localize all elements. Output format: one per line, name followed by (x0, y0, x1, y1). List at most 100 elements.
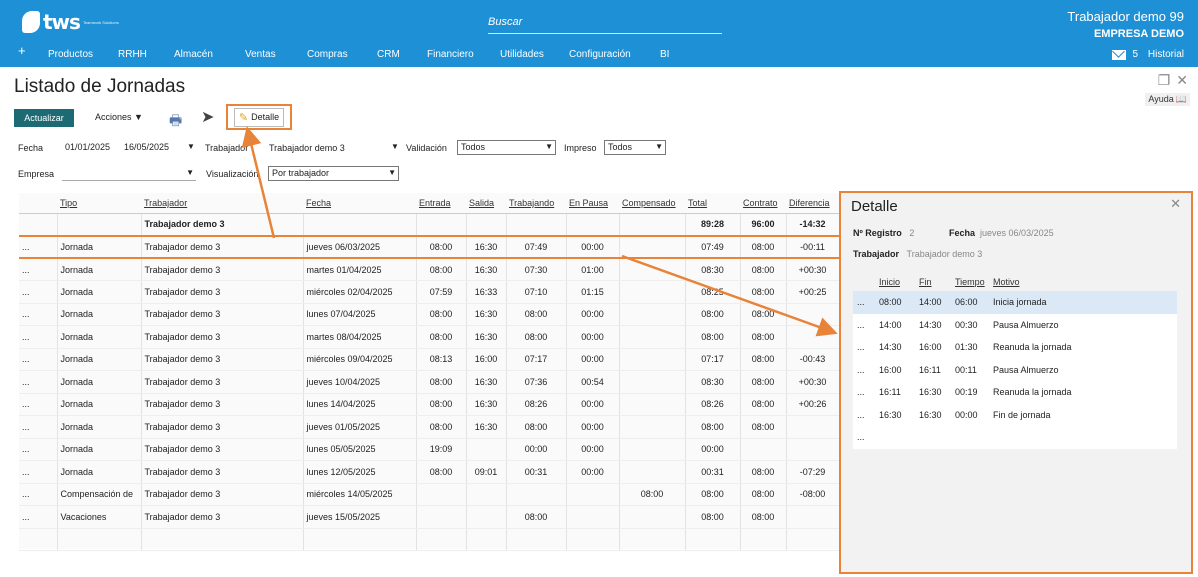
app-logo[interactable]: tws Teamwork Solutions (22, 10, 123, 34)
row-menu-button[interactable]: ... (19, 325, 58, 349)
restore-icon[interactable]: ❐ (1158, 72, 1171, 89)
menu-item-add[interactable]: + (18, 43, 26, 58)
table-row[interactable]: ... Jornada Trabajador demo 3 lunes 05/05/2… (19, 438, 840, 461)
detail-row[interactable]: ... 16:11 16:30 00:19 Reanuda la jornada (853, 381, 1177, 404)
row-menu-button[interactable]: ... (853, 359, 875, 382)
detail-row[interactable]: ... 08:00 14:00 06:00 Inicia jornada (853, 291, 1177, 314)
column-header[interactable]: En Pausa (566, 193, 619, 214)
row-menu-button[interactable]: ... (19, 415, 58, 439)
table-cell (619, 258, 686, 281)
menu-item-bi[interactable]: BI (660, 49, 669, 60)
detail-column-header[interactable]: Fin (915, 273, 951, 291)
detail-row[interactable]: ... 14:00 14:30 00:30 Pausa Almuerzo (853, 314, 1177, 337)
row-menu-button[interactable]: ... (19, 370, 58, 394)
actualizar-button[interactable]: Actualizar (14, 109, 74, 127)
print-icon[interactable]: 🖶 (169, 110, 182, 134)
company-name[interactable]: EMPRESA DEMO (1094, 28, 1184, 40)
menu-item-utilidades[interactable]: Utilidades (500, 49, 544, 60)
detalle-button[interactable]: ✎ Detalle (233, 107, 285, 127)
row-menu-button[interactable]: ... (19, 438, 58, 461)
column-header[interactable]: Trabajador (141, 193, 303, 214)
row-menu-button[interactable]: ... (853, 426, 875, 449)
detail-row[interactable]: ... 16:00 16:11 00:11 Pausa Almuerzo (853, 359, 1177, 382)
column-header[interactable]: Salida (466, 193, 506, 214)
table-row[interactable]: ... Compensación de Trabajador demo 3 miérc… (19, 483, 840, 506)
menu-item-crm[interactable]: CRM (377, 49, 400, 60)
row-menu-button[interactable]: ... (19, 258, 58, 281)
column-header[interactable]: Fecha (303, 193, 416, 214)
table-row[interactable]: ... Jornada Trabajador demo 3 lunes 12/05/2… (19, 460, 840, 484)
row-menu-button[interactable] (19, 213, 58, 236)
row-menu-button[interactable]: ... (853, 291, 875, 314)
trabajador-dropdown-icon[interactable]: ▼ (391, 142, 399, 151)
close-icon[interactable]: ✕ (1176, 72, 1188, 89)
table-row[interactable]: ... Jornada Trabajador demo 3 martes 08/04/… (19, 325, 840, 349)
column-header[interactable]: Trabajando (506, 193, 566, 214)
send-icon[interactable]: ➤ (201, 107, 214, 127)
table-row[interactable]: ... Jornada Trabajador demo 3 martes 01/04/… (19, 258, 840, 281)
detail-column-header[interactable]: Tiempo (951, 273, 989, 291)
summary-row[interactable]: Trabajador demo 3 89:28 96:00 -14:32 (19, 213, 840, 236)
help-button[interactable]: Ayuda 📖 (1145, 93, 1190, 106)
search-input[interactable]: Buscar (488, 12, 722, 34)
close-icon[interactable]: ✕ (1170, 196, 1181, 212)
trabajador-select[interactable]: Trabajador demo 3 (269, 143, 345, 153)
empresa-select[interactable]: ▼ (62, 166, 196, 181)
user-name[interactable]: Trabajador demo 99 (1067, 9, 1184, 24)
row-menu-button[interactable]: ... (19, 393, 58, 416)
menu-item-almacen[interactable]: Almacén (174, 49, 213, 60)
menu-item-financiero[interactable]: Financiero (427, 49, 474, 60)
acciones-dropdown[interactable]: Acciones ▼ (95, 112, 143, 122)
fecha-desde-input[interactable]: 01/01/2025 (65, 142, 110, 152)
table-row[interactable]: ... Jornada Trabajador demo 3 miércoles 09/… (19, 348, 840, 371)
table-row[interactable]: ... Jornada Trabajador demo 3 jueves 06/03/… (19, 234, 840, 259)
fecha-hasta-input[interactable]: 16/05/2025 (124, 142, 169, 152)
row-menu-button[interactable]: ... (19, 280, 58, 304)
row-menu-button[interactable]: ... (19, 505, 58, 529)
detail-row[interactable]: ... 16:30 16:30 00:00 Fin de jornada (853, 404, 1177, 427)
column-header[interactable]: Total (685, 193, 740, 214)
row-menu-button[interactable]: ... (19, 348, 58, 371)
mail-notifications[interactable]: 5 (1112, 49, 1138, 60)
validacion-select[interactable]: Todos ▼ (457, 140, 556, 155)
column-header[interactable]: Tipo (57, 193, 141, 214)
menu-item-compras[interactable]: Compras (307, 49, 348, 60)
detail-column-header[interactable]: Inicio (875, 273, 915, 291)
column-header[interactable]: Entrada (416, 193, 466, 214)
table-cell (740, 528, 787, 551)
impreso-select[interactable]: Todos ▼ (604, 140, 666, 155)
fecha-dropdown-icon[interactable]: ▼ (187, 142, 195, 151)
table-row[interactable]: ... Jornada Trabajador demo 3 jueves 01/05/… (19, 415, 840, 439)
table-cell (466, 213, 507, 236)
row-menu-button[interactable]: ... (853, 314, 875, 337)
column-header[interactable]: Diferencia (786, 193, 839, 214)
table-row[interactable]: ... Jornada Trabajador demo 3 lunes 07/04/2… (19, 303, 840, 326)
row-menu-button[interactable]: ... (19, 303, 58, 326)
menu-item-ventas[interactable]: Ventas (245, 49, 276, 60)
menu-item-rrhh[interactable]: RRHH (118, 49, 147, 60)
detail-row[interactable]: ... (853, 426, 1177, 449)
detail-column-header[interactable]: Motivo (989, 273, 1177, 291)
table-row[interactable]: ... Jornada Trabajador demo 3 lunes 14/04/2… (19, 393, 840, 416)
menu-item-configuracion[interactable]: Configuración (569, 49, 631, 60)
table-cell: 08:13 (416, 348, 467, 371)
row-menu-button[interactable]: ... (853, 381, 875, 404)
detail-registro: Nº Registro 2 (853, 228, 914, 238)
column-header[interactable]: Contrato (740, 193, 786, 214)
visualizacion-select[interactable]: Por trabajador ▼ (268, 166, 399, 181)
table-row[interactable]: ... Jornada Trabajador demo 3 miércoles 02/… (19, 280, 840, 304)
historial-link[interactable]: Historial (1148, 49, 1184, 60)
menu-item-productos[interactable]: Productos (48, 49, 93, 60)
row-menu-button[interactable]: ... (19, 234, 58, 259)
column-header[interactable]: Compensado (619, 193, 685, 214)
table-row[interactable]: ... Jornada Trabajador demo 3 jueves 10/04/… (19, 370, 840, 394)
row-menu-button[interactable]: ... (853, 336, 875, 359)
row-menu-button[interactable]: ... (853, 404, 875, 427)
detail-row[interactable]: ... 14:30 16:00 01:30 Reanuda la jornada (853, 336, 1177, 359)
row-menu-button[interactable]: ... (19, 460, 58, 484)
table-cell: 08:00 (416, 415, 467, 439)
table-cell (619, 370, 686, 394)
row-menu-button[interactable]: ... (19, 483, 58, 506)
detail-cell: 16:11 (919, 364, 941, 375)
table-row[interactable]: ... Vacaciones Trabajador demo 3 jueves 15/… (19, 505, 840, 529)
